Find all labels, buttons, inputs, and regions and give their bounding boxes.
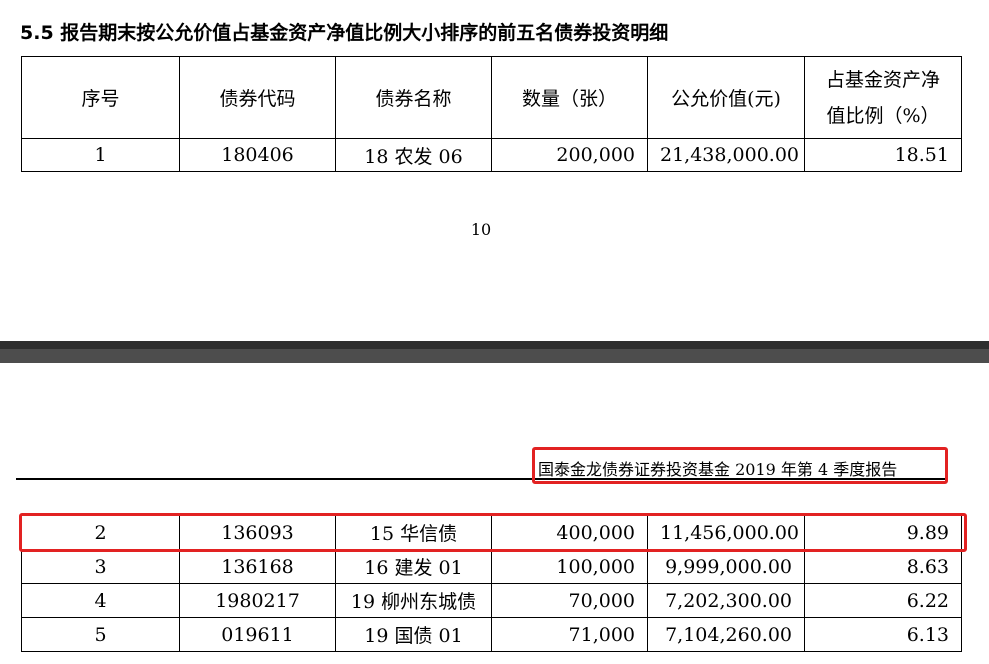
col-header-ratio-text: 占基金资产净值比例（%） (825, 68, 940, 127)
col-header-seq: 序号 (21, 56, 180, 139)
col-header-name: 债券名称 (335, 56, 492, 139)
cell-quantity: 71,000 (491, 617, 648, 652)
cell-code: 019611 (179, 617, 336, 652)
highlight-box-row-2 (19, 513, 967, 552)
cell-ratio: 18.51 (804, 138, 962, 172)
cell-seq: 3 (21, 549, 180, 584)
cell-quantity: 100,000 (491, 549, 648, 584)
cell-code: 180406 (179, 138, 336, 172)
col-header-fair-value: 公允价值(元) (647, 56, 805, 139)
cell-seq: 5 (21, 617, 180, 652)
cell-name: 19 国债 01 (335, 617, 492, 652)
page-break-shadow (0, 341, 989, 349)
cell-seq: 1 (21, 138, 180, 172)
cell-fair-value: 7,104,260.00 (647, 617, 805, 652)
table-row: 5 019611 19 国债 01 71,000 7,104,260.00 6.… (21, 617, 962, 652)
cell-name: 18 农发 06 (335, 138, 492, 172)
cell-fair-value: 21,438,000.00 (647, 138, 805, 172)
table-row: 4 1980217 19 柳州东城债 70,000 7,202,300.00 6… (21, 583, 962, 618)
bond-holdings-table-page1: 序号 债券代码 债券名称 数量（张） 公允价值(元) 占基金资产净值比例（%） … (21, 56, 962, 172)
col-header-quantity: 数量（张） (491, 56, 648, 139)
cell-quantity: 70,000 (491, 583, 648, 618)
cell-code: 136168 (179, 549, 336, 584)
table-header-row: 序号 债券代码 债券名称 数量（张） 公允价值(元) 占基金资产净值比例（%） (21, 56, 962, 139)
cell-ratio: 8.63 (804, 549, 962, 584)
cell-ratio: 6.13 (804, 617, 962, 652)
cell-name: 16 建发 01 (335, 549, 492, 584)
table-row: 1 180406 18 农发 06 200,000 21,438,000.00 … (21, 138, 962, 172)
cell-fair-value: 9,999,000.00 (647, 549, 805, 584)
table-row: 3 136168 16 建发 01 100,000 9,999,000.00 8… (21, 549, 962, 584)
cell-name: 19 柳州东城债 (335, 583, 492, 618)
cell-ratio: 6.22 (804, 583, 962, 618)
cell-fair-value: 7,202,300.00 (647, 583, 805, 618)
highlight-box-report-header (532, 447, 948, 484)
cell-code: 1980217 (179, 583, 336, 618)
col-header-ratio: 占基金资产净值比例（%） (804, 56, 962, 139)
section-title: 5.5 报告期末按公允价值占基金资产净值比例大小排序的前五名债券投资明细 (20, 22, 669, 44)
page-break-separator (0, 341, 989, 363)
col-header-code: 债券代码 (179, 56, 336, 139)
page-number: 10 (470, 220, 492, 239)
cell-seq: 4 (21, 583, 180, 618)
cell-quantity: 200,000 (491, 138, 648, 172)
